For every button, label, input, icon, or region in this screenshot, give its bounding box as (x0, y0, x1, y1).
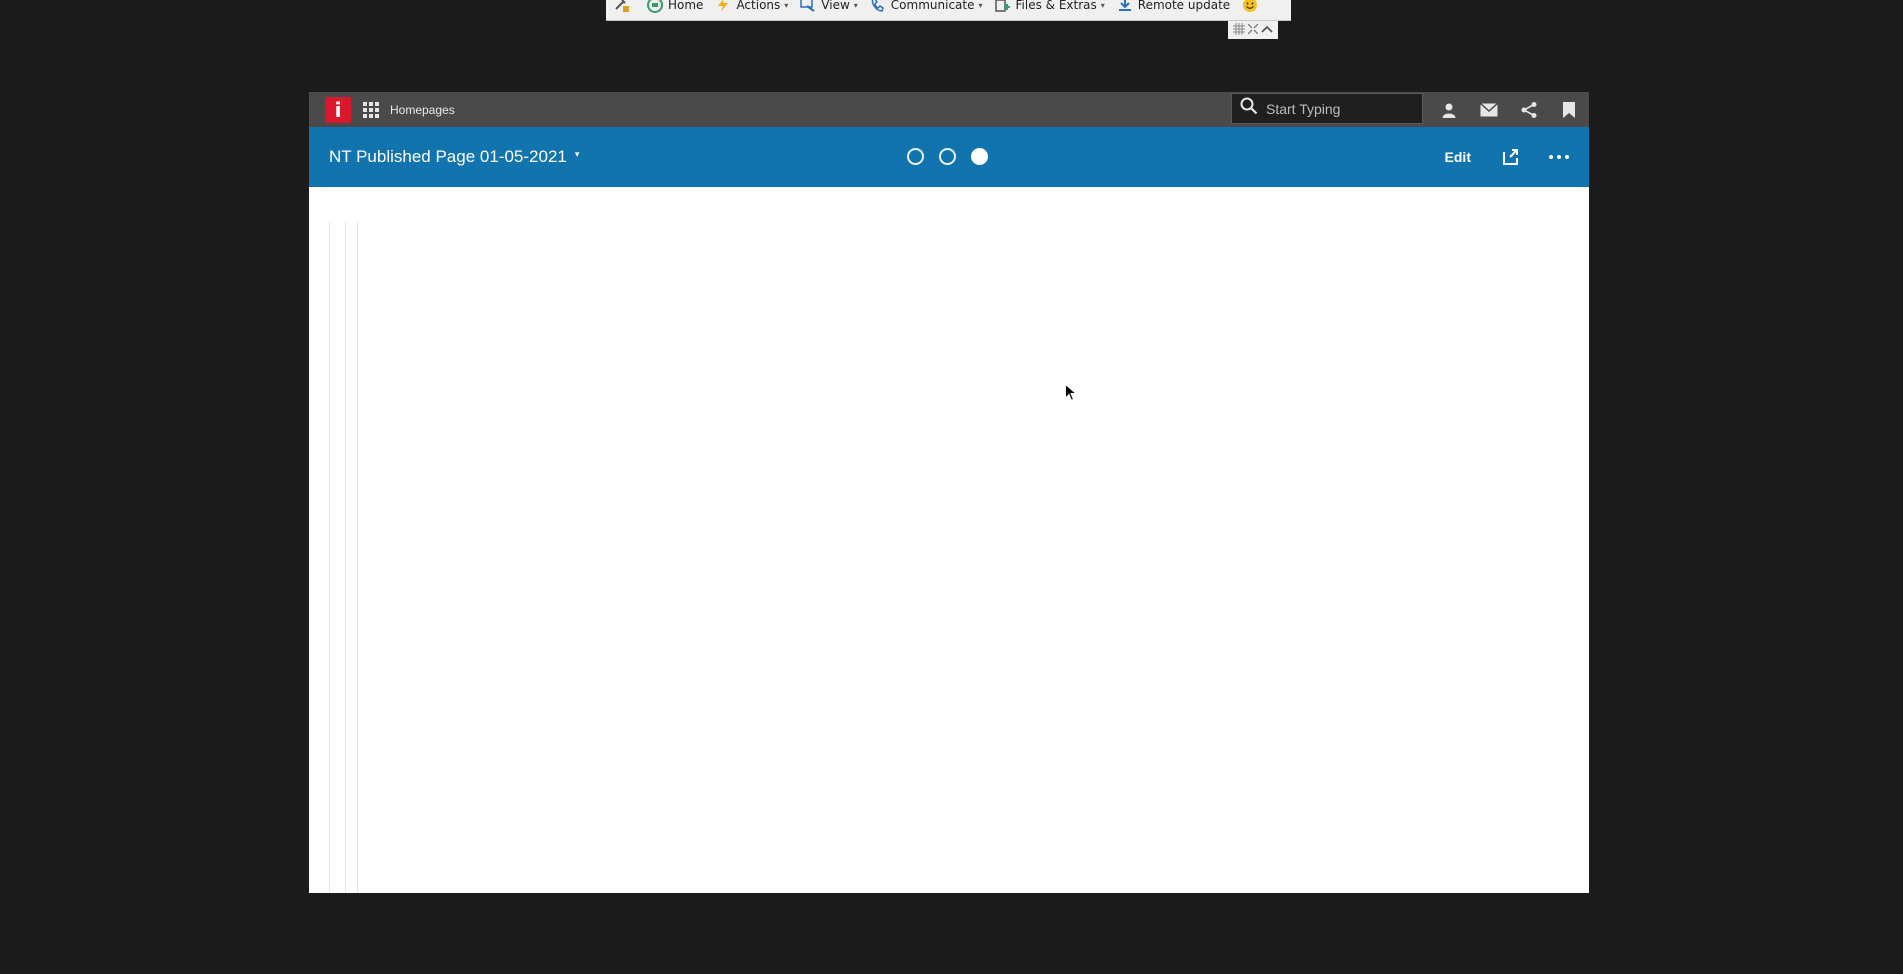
search-input[interactable] (1264, 99, 1414, 118)
download-icon (1117, 0, 1133, 13)
chevron-down-icon: ▾ (784, 0, 789, 10)
layout-divider (329, 222, 330, 893)
mouse-cursor-icon (1065, 383, 1078, 402)
remote-toolbar-controls (1228, 21, 1278, 39)
more-options-icon[interactable] (1547, 155, 1571, 159)
search-box[interactable] (1231, 93, 1423, 124)
toolbar-view-label: View (821, 0, 850, 12)
step-indicator (907, 148, 1003, 165)
toolbar-view[interactable]: View ▾ (800, 0, 858, 16)
bookmark-icon[interactable] (1549, 92, 1589, 127)
tools-button[interactable] (614, 0, 635, 16)
remote-session-toolbar: Home Actions ▾ View ▾ Communicate ▾ File… (606, 0, 1291, 21)
chevron-down-icon: ▾ (574, 148, 580, 159)
toolbar-remote-update-label: Remote update (1137, 0, 1231, 12)
export-icon[interactable] (1499, 145, 1523, 169)
app-window: i Homepages NT Pu (309, 92, 1589, 893)
grid-icon[interactable] (1232, 22, 1245, 38)
chevron-down-icon: ▾ (1100, 0, 1105, 10)
mail-icon[interactable] (1469, 92, 1509, 127)
feedback-button[interactable] (1242, 0, 1263, 16)
toolbar-home-label: Home (668, 0, 704, 12)
lightning-icon (715, 0, 731, 13)
toolbar-actions[interactable]: Actions ▾ (715, 0, 788, 16)
phone-icon (870, 0, 886, 13)
breadcrumb[interactable]: Homepages (390, 103, 455, 117)
step-dot-1[interactable] (907, 148, 924, 165)
search-icon (1240, 97, 1258, 120)
toolbar-actions-label: Actions (736, 0, 781, 12)
toolbar-files-extras-label: Files & Extras (1015, 0, 1097, 12)
app-logo[interactable]: i (325, 96, 351, 123)
tools-icon (614, 0, 630, 13)
fullscreen-icon[interactable] (1247, 23, 1259, 37)
files-icon (994, 0, 1011, 13)
toolbar-files-extras[interactable]: Files & Extras ▾ (994, 0, 1105, 16)
step-dot-2[interactable] (939, 148, 956, 165)
apps-grid-icon[interactable] (363, 101, 379, 118)
share-icon[interactable] (1509, 92, 1549, 127)
app-header: i Homepages (309, 92, 1589, 127)
collapse-icon[interactable] (1261, 24, 1273, 36)
edit-button[interactable]: Edit (1445, 149, 1471, 165)
step-dot-3[interactable] (971, 148, 988, 165)
page-titlebar: NT Published Page 01-05-2021 ▾ Edit (309, 127, 1589, 187)
page-actions: Edit (1445, 127, 1571, 187)
toolbar-communicate-label: Communicate (890, 0, 975, 12)
chevron-down-icon: ▾ (853, 0, 858, 10)
page-title[interactable]: NT Published Page 01-05-2021 ▾ (329, 147, 579, 167)
toolbar-communicate[interactable]: Communicate ▾ (870, 0, 983, 16)
layout-divider (345, 222, 346, 893)
toolbar-remote-update[interactable]: Remote update (1117, 0, 1230, 16)
home-icon (647, 0, 663, 13)
smiley-icon (1242, 0, 1258, 13)
page-title-text: NT Published Page 01-05-2021 (329, 147, 567, 166)
chevron-down-icon: ▾ (978, 0, 983, 10)
page-content (309, 187, 1589, 893)
user-icon[interactable] (1429, 92, 1469, 127)
header-icons (1429, 92, 1589, 127)
layout-divider (357, 222, 358, 893)
toolbar-home[interactable]: Home (647, 0, 703, 16)
view-icon (800, 0, 816, 13)
